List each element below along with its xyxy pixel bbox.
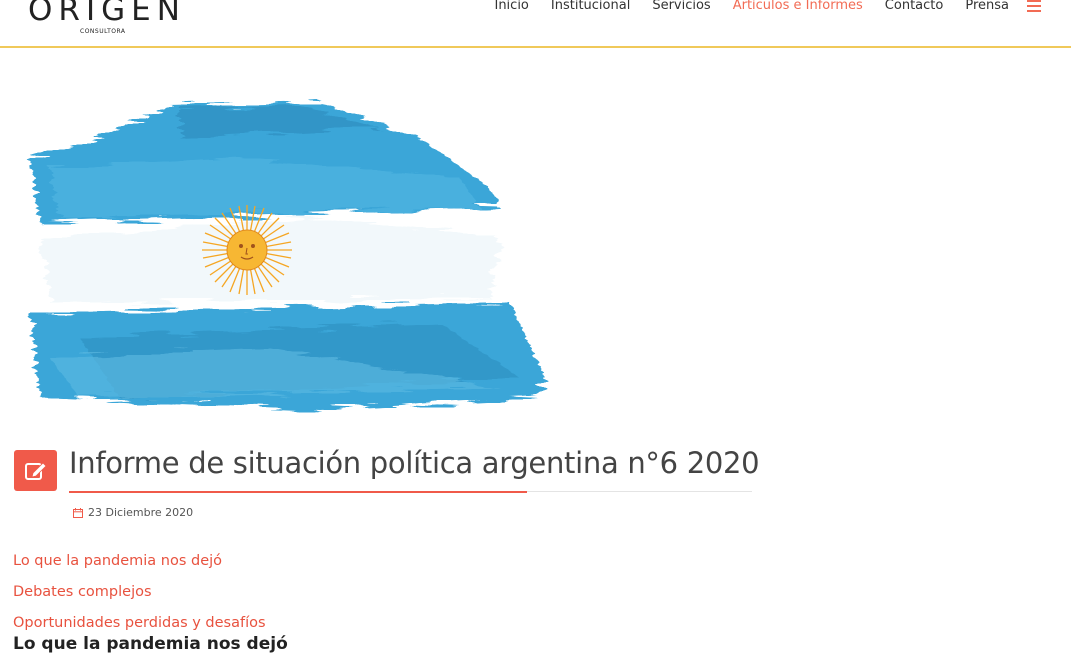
article-title: Informe de situación política argentina … — [69, 446, 760, 480]
calendar-icon — [73, 507, 83, 518]
nav-item-institucional[interactable]: Institucional — [551, 0, 630, 12]
site-header: ORIGEN CONSULTORA Inicio Institucional S… — [0, 0, 1071, 48]
argentina-flag-image — [30, 102, 545, 410]
main-nav: Inicio Institucional Servicios Articulos… — [472, 0, 1041, 18]
logo-name: ORIGEN — [28, 0, 186, 28]
title-divider-accent — [69, 491, 527, 493]
article-date-text: 23 Diciembre 2020 — [88, 506, 194, 519]
nav-item-contacto[interactable]: Contacto — [885, 0, 944, 12]
nav-item-inicio[interactable]: Inicio — [494, 0, 528, 12]
logo-subtitle: CONSULTORA — [80, 28, 126, 35]
toc-link-debates[interactable]: Debates complejos — [13, 577, 266, 608]
edit-icon-badge — [14, 450, 57, 491]
edit-icon — [25, 462, 47, 480]
hamburger-icon[interactable] — [1027, 0, 1041, 12]
nav-item-servicios[interactable]: Servicios — [652, 0, 710, 12]
toc-link-pandemia[interactable]: Lo que la pandemia nos dejó — [13, 546, 266, 577]
sun-icon — [202, 205, 292, 295]
article-date: 23 Diciembre 2020 — [73, 506, 193, 519]
nav-item-prensa[interactable]: Prensa — [965, 0, 1009, 12]
logo[interactable]: ORIGEN CONSULTORA — [28, 0, 186, 35]
table-of-contents: Lo que la pandemia nos dejó Debates comp… — [13, 546, 266, 639]
section-heading: Lo que la pandemia nos dejó — [13, 634, 288, 654]
nav-item-articulos[interactable]: Articulos e Informes — [733, 0, 863, 12]
